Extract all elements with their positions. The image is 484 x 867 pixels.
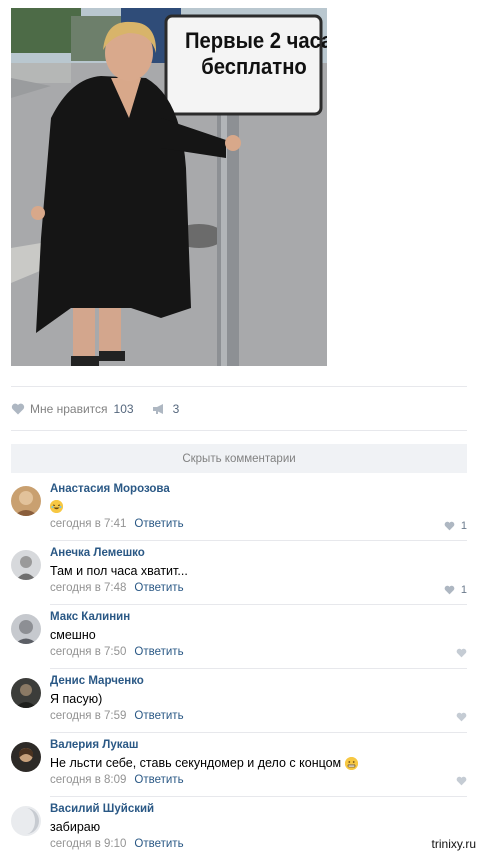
comment-like-count: 1 (460, 520, 467, 532)
grimace-emoji-icon (345, 756, 359, 770)
comment-author[interactable]: Анечка Лемешко (50, 547, 145, 559)
comment-time[interactable]: сегодня в 7:50 (50, 646, 126, 658)
comment-text: Там и пол часа хватит... (50, 564, 188, 578)
avatar[interactable] (11, 678, 41, 708)
avatar[interactable] (11, 550, 41, 580)
comment-like-button[interactable] (456, 776, 467, 786)
comment-like-count: 1 (460, 584, 467, 596)
comment-meta: сегодня в 7:41 Ответить (50, 518, 184, 530)
reply-button[interactable]: Ответить (134, 582, 183, 594)
comment-item: Анастасия Морозова сегодня в 7:41 Ответит… (11, 483, 467, 547)
comment-meta: сегодня в 7:59 Ответить (50, 710, 184, 722)
divider (50, 732, 467, 733)
heart-icon (444, 521, 455, 531)
divider (11, 386, 467, 387)
share-button[interactable]: 3 (152, 402, 180, 416)
sign-line-1: Первые 2 часа (185, 28, 327, 53)
comment-author[interactable]: Валерия Лукаш (50, 739, 138, 751)
comment-meta: сегодня в 7:48 Ответить (50, 582, 184, 594)
watermark: trinixy.ru (431, 837, 476, 851)
comment-like-button[interactable]: 1 (444, 584, 467, 596)
comment-meta: сегодня в 9:10 Ответить (50, 838, 184, 850)
hide-comments-button[interactable]: Скрыть комментарии (11, 444, 467, 473)
comment-text-content: Там и пол часа хватит... (50, 564, 188, 578)
like-label: Мне нравится (30, 402, 108, 416)
comment-author[interactable]: Василий Шуйский (50, 803, 154, 815)
comment-like-button[interactable] (456, 712, 467, 722)
comment-meta: сегодня в 7:50 Ответить (50, 646, 184, 658)
avatar[interactable] (11, 806, 41, 836)
sign-line-2: бесплатно (201, 54, 307, 79)
comment-time[interactable]: сегодня в 9:10 (50, 838, 126, 850)
photo-sign-text: Первые 2 часа бесплатно (185, 28, 327, 80)
comment-text: Не льсти себе, ставь секундомер и дело с… (50, 756, 359, 770)
comment-text-content: Я пасую) (50, 692, 103, 706)
divider (50, 796, 467, 797)
heart-icon (11, 403, 25, 415)
avatar[interactable] (11, 486, 41, 516)
share-count: 3 (172, 402, 180, 416)
comment-text-content: смешно (50, 628, 96, 642)
comment-author[interactable]: Денис Марченко (50, 675, 144, 687)
divider (50, 668, 467, 669)
comment-meta: сегодня в 8:09 Ответить (50, 774, 184, 786)
comment-text (50, 500, 63, 513)
reply-button[interactable]: Ответить (134, 774, 183, 786)
comment-text: Я пасую) (50, 692, 102, 706)
avatar[interactable] (11, 614, 41, 644)
heart-icon (444, 585, 455, 595)
post-actions: Мне нравится 103 3 (11, 400, 197, 418)
comment-author[interactable]: Анастасия Морозова (50, 483, 170, 495)
comment-like-button[interactable] (456, 648, 467, 658)
comment-text: смешно (50, 628, 96, 642)
comment-item: Анечка Лемешко Там и пол часа хватит... … (11, 547, 467, 611)
reply-button[interactable]: Ответить (134, 838, 183, 850)
comment-item: Василий Шуйский забираю сегодня в 9:10 От… (11, 803, 467, 867)
comment-time[interactable]: сегодня в 7:48 (50, 582, 126, 594)
heart-icon (456, 776, 467, 786)
post-photo[interactable]: Первые 2 часа бесплатно (11, 8, 327, 366)
like-button[interactable]: Мне нравится 103 (11, 402, 134, 416)
comment-item: Макс Калинин смешно сегодня в 7:50 Ответи… (11, 611, 467, 675)
reply-button[interactable]: Ответить (134, 710, 183, 722)
heart-icon (456, 712, 467, 722)
comment-item: Денис Марченко Я пасую) сегодня в 7:59 От… (11, 675, 467, 739)
comment-like-button[interactable]: 1 (444, 520, 467, 532)
reply-button[interactable]: Ответить (134, 518, 183, 530)
reply-button[interactable]: Ответить (134, 646, 183, 658)
comment-item: Валерия Лукаш Не льсти себе, ставь секун… (11, 739, 467, 803)
comment-text-content: Не льсти себе, ставь секундомер и дело с… (50, 756, 342, 770)
comment-time[interactable]: сегодня в 8:09 (50, 774, 126, 786)
divider (50, 604, 467, 605)
heart-icon (456, 648, 467, 658)
divider (11, 430, 467, 431)
comment-author[interactable]: Макс Калинин (50, 611, 130, 623)
megaphone-icon (152, 404, 163, 414)
avatar[interactable] (11, 742, 41, 772)
comment-text-content: забираю (50, 820, 101, 834)
divider (50, 540, 467, 541)
comment-time[interactable]: сегодня в 7:59 (50, 710, 126, 722)
comment-text: забираю (50, 820, 100, 834)
like-count: 103 (113, 402, 134, 416)
laughing-emoji-icon (50, 500, 63, 513)
comment-time[interactable]: сегодня в 7:41 (50, 518, 126, 530)
